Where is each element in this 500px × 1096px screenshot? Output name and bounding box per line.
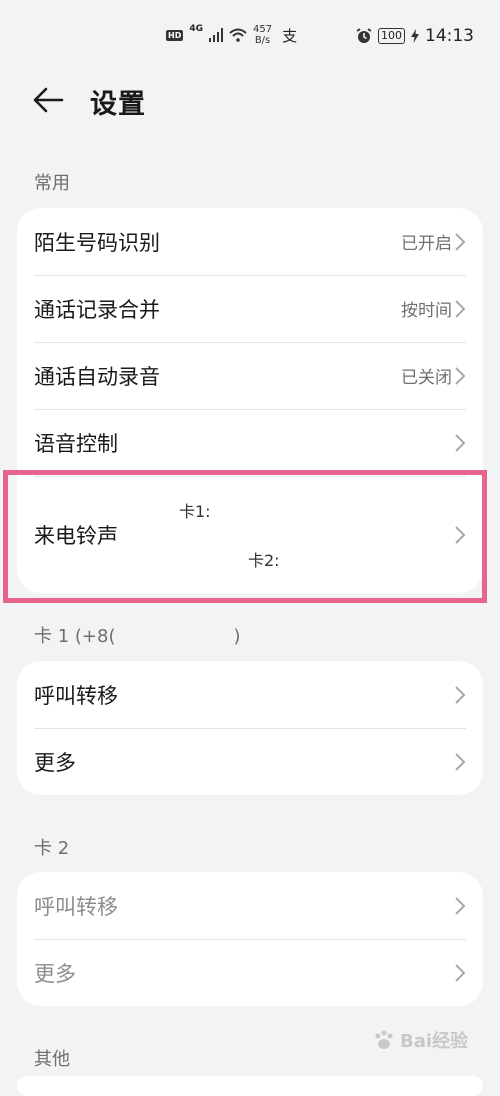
back-arrow-icon (33, 87, 64, 113)
sim2-more-row[interactable]: 更多 (17, 939, 483, 1006)
row-value: 已开启 (401, 234, 452, 254)
row-label: 呼叫转移 (34, 683, 118, 708)
voice-control-row[interactable]: 语音控制 (17, 409, 483, 476)
row-label: 更多 (34, 750, 76, 775)
status-left: HD 4G 457 B/s 支 (166, 24, 297, 46)
wifi-icon (229, 28, 247, 42)
chevron-right-icon (455, 232, 466, 251)
auto-call-recording-row[interactable]: 通话自动录音 已关闭 (17, 342, 483, 409)
battery-indicator: 100 (378, 28, 405, 44)
sim1-ringtone-label: 卡1: (179, 502, 211, 521)
back-button[interactable] (30, 82, 70, 118)
chevron-right-icon (455, 433, 466, 452)
sim2-settings-card: 呼叫转移 更多 (17, 872, 483, 1006)
status-bar: HD 4G 457 B/s 支 100 14:13 (0, 0, 500, 72)
section-sim2-label: 卡 2 (34, 838, 70, 859)
other-settings-card (17, 1076, 483, 1096)
signal-icon (209, 28, 223, 42)
clock: 14:13 (425, 26, 474, 46)
sim2-ringtone-label: 卡2: (248, 551, 280, 570)
row-label: 通话记录合并 (34, 297, 160, 322)
section-other-label: 其他 (34, 1049, 70, 1070)
section-sim1-label: 卡 1 (+8() (34, 626, 241, 647)
sim1-call-forwarding-row[interactable]: 呼叫转移 (17, 661, 483, 728)
watermark-text: Bai经验 (400, 1031, 469, 1052)
section-common-label: 常用 (34, 173, 70, 194)
header: 设置 (0, 72, 500, 128)
watermark: Bai经验 (372, 1027, 468, 1053)
alipay-icon: 支 (282, 26, 298, 45)
row-label: 呼叫转移 (34, 894, 118, 919)
chevron-right-icon (455, 752, 466, 771)
charging-icon (411, 29, 419, 43)
chevron-right-icon (455, 685, 466, 704)
chevron-right-icon (455, 963, 466, 982)
network-type: 4G (189, 24, 203, 34)
status-right: 100 14:13 (356, 26, 474, 46)
row-label: 陌生号码识别 (34, 230, 160, 255)
common-settings-card: 陌生号码识别 已开启 通话记录合并 按时间 通话自动录音 已关闭 语音控制 来电… (17, 208, 483, 593)
row-value: 按时间 (401, 301, 452, 321)
row-label: 通话自动录音 (34, 364, 160, 389)
page-title: 设置 (90, 89, 146, 120)
chevron-right-icon (455, 366, 466, 385)
chevron-right-icon (455, 299, 466, 318)
unknown-number-recognition-row[interactable]: 陌生号码识别 已开启 (17, 208, 483, 275)
sim1-settings-card: 呼叫转移 更多 (17, 661, 483, 795)
sim1-more-row[interactable]: 更多 (17, 728, 483, 795)
paw-logo-icon (375, 1030, 393, 1049)
row-value: 已关闭 (401, 368, 452, 388)
chevron-right-icon (455, 525, 466, 544)
sim2-call-forwarding-row[interactable]: 呼叫转移 (17, 872, 483, 939)
ringtone-row[interactable]: 来电铃声 卡1: 卡2: (17, 476, 483, 593)
row-label: 来电铃声 (34, 523, 118, 548)
row-label: 语音控制 (34, 431, 118, 456)
hd-badge: HD (166, 29, 184, 41)
alarm-icon (356, 28, 372, 43)
call-log-merge-row[interactable]: 通话记录合并 按时间 (17, 275, 483, 342)
network-speed: 457 B/s (253, 24, 273, 46)
row-label: 更多 (34, 961, 76, 986)
chevron-right-icon (455, 896, 466, 915)
